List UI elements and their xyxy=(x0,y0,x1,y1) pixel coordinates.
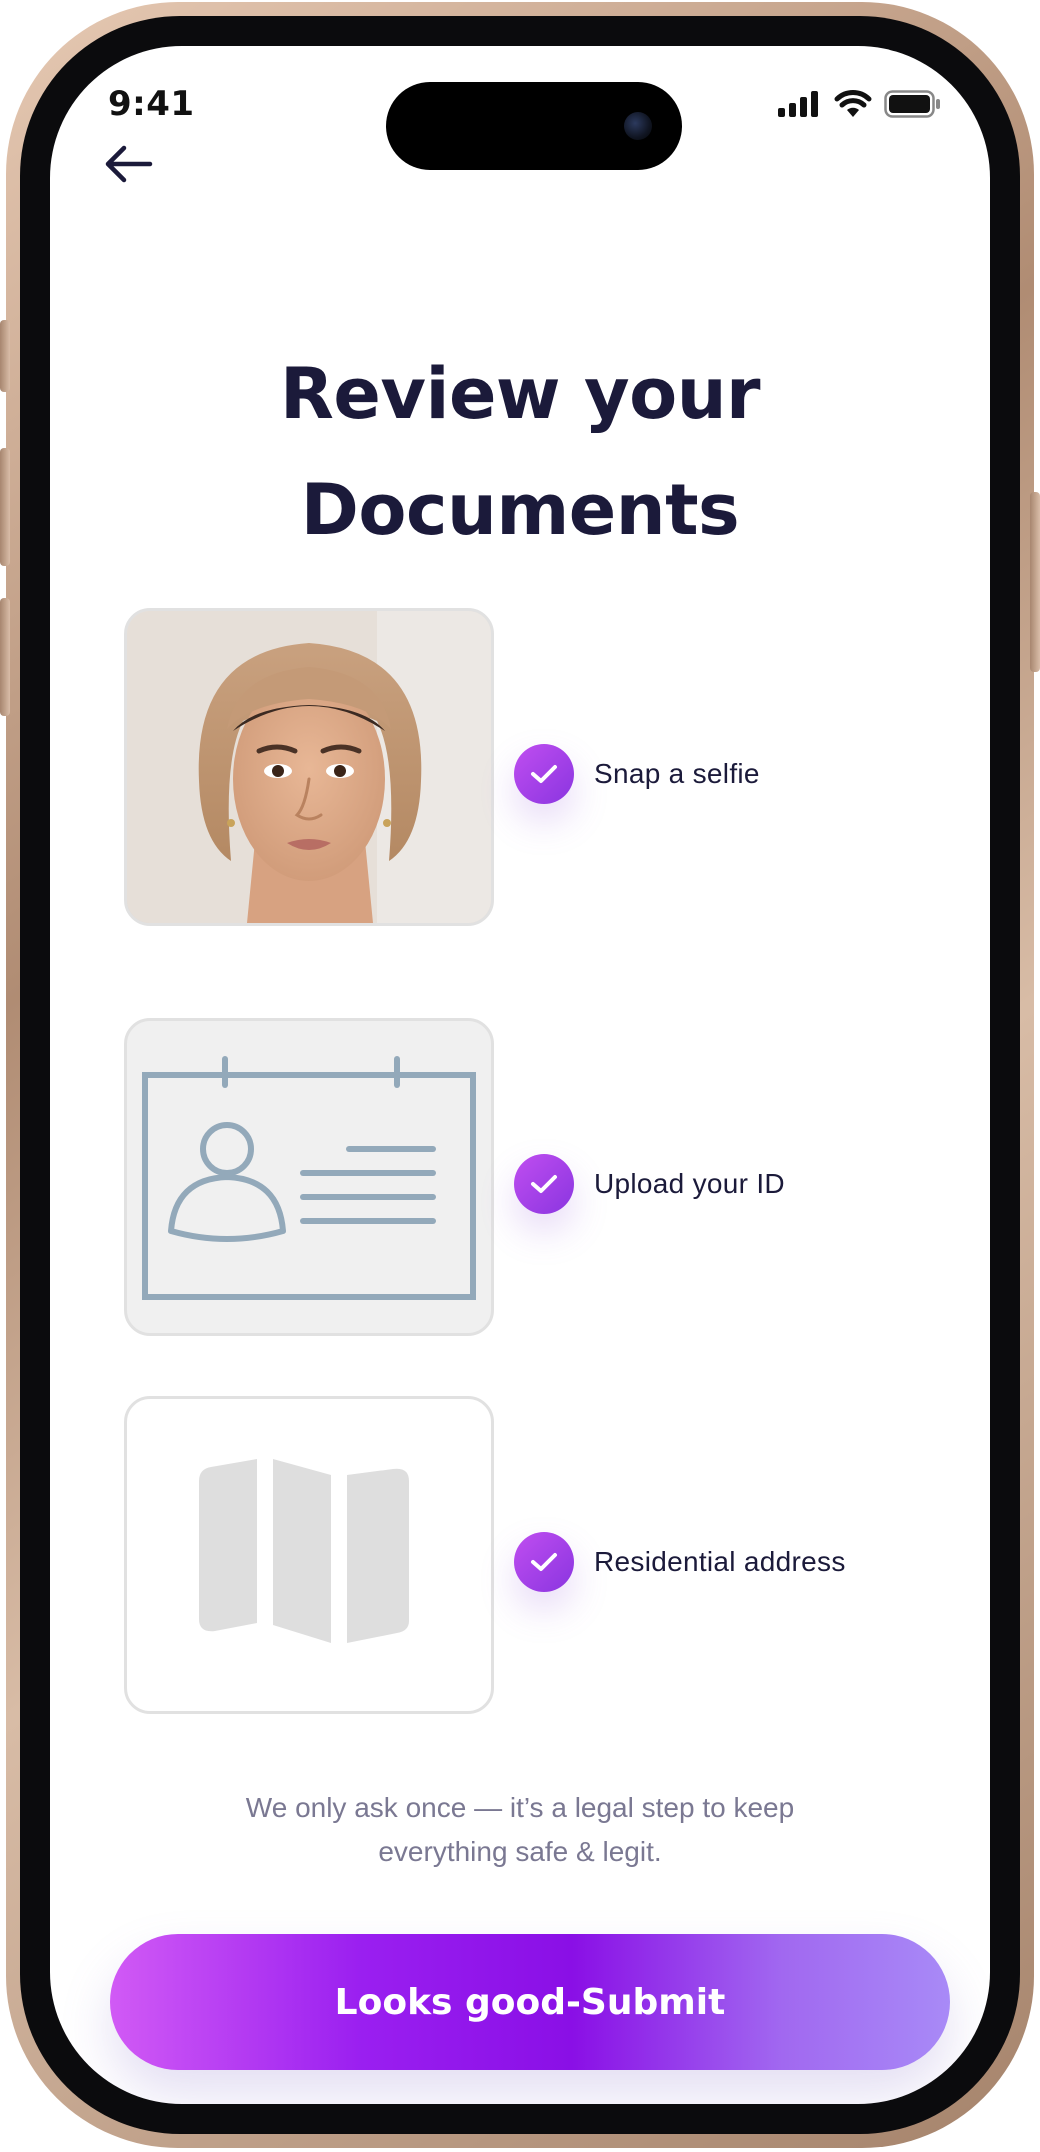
side-button-volume-down xyxy=(0,598,10,716)
side-button-volume-up xyxy=(0,448,10,566)
selfie-thumbnail[interactable] xyxy=(124,608,494,926)
legal-note-line1: We only ask once — it’s a legal step to … xyxy=(245,1792,795,1823)
screen: 9:41 Review your Documents Snap a selfie… xyxy=(50,46,990,2104)
address-thumbnail[interactable] xyxy=(124,1396,494,1714)
document-label: Snap a selfie xyxy=(594,758,760,789)
document-label: Upload your ID xyxy=(594,1168,785,1199)
id-thumbnail[interactable] xyxy=(124,1018,494,1336)
legal-note: We only ask once — it’s a legal step to … xyxy=(170,1786,870,1874)
phone-frame: 9:41 Review your Documents Snap a selfie… xyxy=(0,2,1040,2148)
arrow-left-icon xyxy=(105,145,153,183)
document-row-address: Residential address xyxy=(514,1532,846,1592)
checkmark-icon xyxy=(531,765,557,783)
wifi-icon xyxy=(834,90,872,117)
document-row-selfie: Snap a selfie xyxy=(514,744,760,804)
camera-lens xyxy=(624,112,652,140)
id-card-icon xyxy=(142,1056,476,1300)
page-title-line1: Review your xyxy=(279,353,761,435)
status-icons xyxy=(778,90,942,118)
battery-icon xyxy=(884,90,940,118)
check-badge xyxy=(514,1532,574,1592)
map-icon xyxy=(199,1459,409,1643)
document-label: Residential address xyxy=(594,1546,846,1577)
check-badge xyxy=(514,744,574,804)
selfie-photo xyxy=(127,611,491,923)
status-time: 9:41 xyxy=(108,84,195,124)
check-badge xyxy=(514,1154,574,1214)
dynamic-island xyxy=(386,82,682,170)
side-button-action xyxy=(0,320,10,392)
back-button[interactable] xyxy=(98,134,158,194)
checkmark-icon xyxy=(531,1175,557,1193)
submit-button[interactable]: Looks good-Submit xyxy=(110,1934,950,2070)
cellular-signal-icon xyxy=(778,91,818,117)
phone-bezel: 9:41 Review your Documents Snap a selfie… xyxy=(20,16,1020,2134)
side-button-power xyxy=(1030,492,1040,672)
checkmark-icon xyxy=(531,1553,557,1571)
page-title-line2: Documents xyxy=(300,469,740,551)
legal-note-line2: everything safe & legit. xyxy=(378,1836,662,1867)
page-title: Review your Documents xyxy=(50,336,990,568)
document-row-id: Upload your ID xyxy=(514,1154,785,1214)
